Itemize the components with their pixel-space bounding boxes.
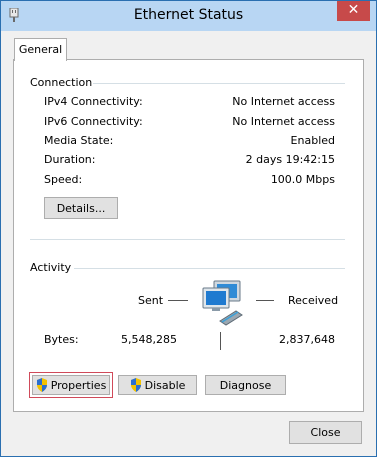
bytes-separator [220,332,221,350]
close-button[interactable]: Close [289,421,362,444]
uac-shield-icon [130,378,141,392]
received-label: Received [288,294,339,307]
diagnose-button-label: Diagnose [219,378,272,392]
activity-heading: Activity [30,261,72,274]
tab-general[interactable]: General [14,38,67,61]
media-state-value: Enabled [290,134,335,147]
close-button-label: Close [310,426,341,439]
details-button-label: Details... [56,201,106,215]
ipv6-connectivity-label: IPv6 Connectivity: [44,115,143,128]
bytes-sent-value: 5,548,285 [121,333,177,346]
close-window-button[interactable]: ✕ [337,1,370,21]
ipv4-connectivity-label: IPv4 Connectivity: [44,95,143,108]
sent-label: Sent [138,294,164,307]
close-icon: ✕ [347,2,360,18]
connection-group-bottom [30,239,345,240]
duration-label: Duration: [44,153,96,166]
media-state-label: Media State: [44,134,114,147]
sent-connector [168,300,188,301]
duration-value: 2 days 19:42:15 [245,153,335,166]
activity-divider [74,268,345,269]
ipv4-connectivity-value: No Internet access [232,95,335,108]
details-button[interactable]: Details... [44,197,118,219]
connection-divider [93,83,345,84]
ipv6-connectivity-value: No Internet access [232,115,335,128]
ethernet-status-window: Ethernet Status ✕ General Connection IPv… [0,0,377,457]
properties-button[interactable]: Properties [29,372,113,398]
speed-label: Speed: [44,173,83,186]
network-computers-icon [202,280,243,326]
bytes-label: Bytes: [44,333,79,346]
received-connector [256,300,274,301]
properties-button-label: Properties [50,378,107,392]
speed-value: 100.0 Mbps [270,173,335,186]
general-tab-panel: Connection IPv4 Connectivity: No Interne… [13,59,364,412]
window-title: Ethernet Status [133,7,244,23]
bytes-received-value: 2,837,648 [279,333,335,346]
disable-button-label: Disable [144,378,186,392]
title-bar[interactable]: Ethernet Status ✕ [1,1,376,31]
diagnose-button[interactable]: Diagnose [205,375,286,395]
uac-shield-icon [36,378,47,392]
disable-button[interactable]: Disable [118,375,197,395]
connection-heading: Connection [30,76,93,89]
